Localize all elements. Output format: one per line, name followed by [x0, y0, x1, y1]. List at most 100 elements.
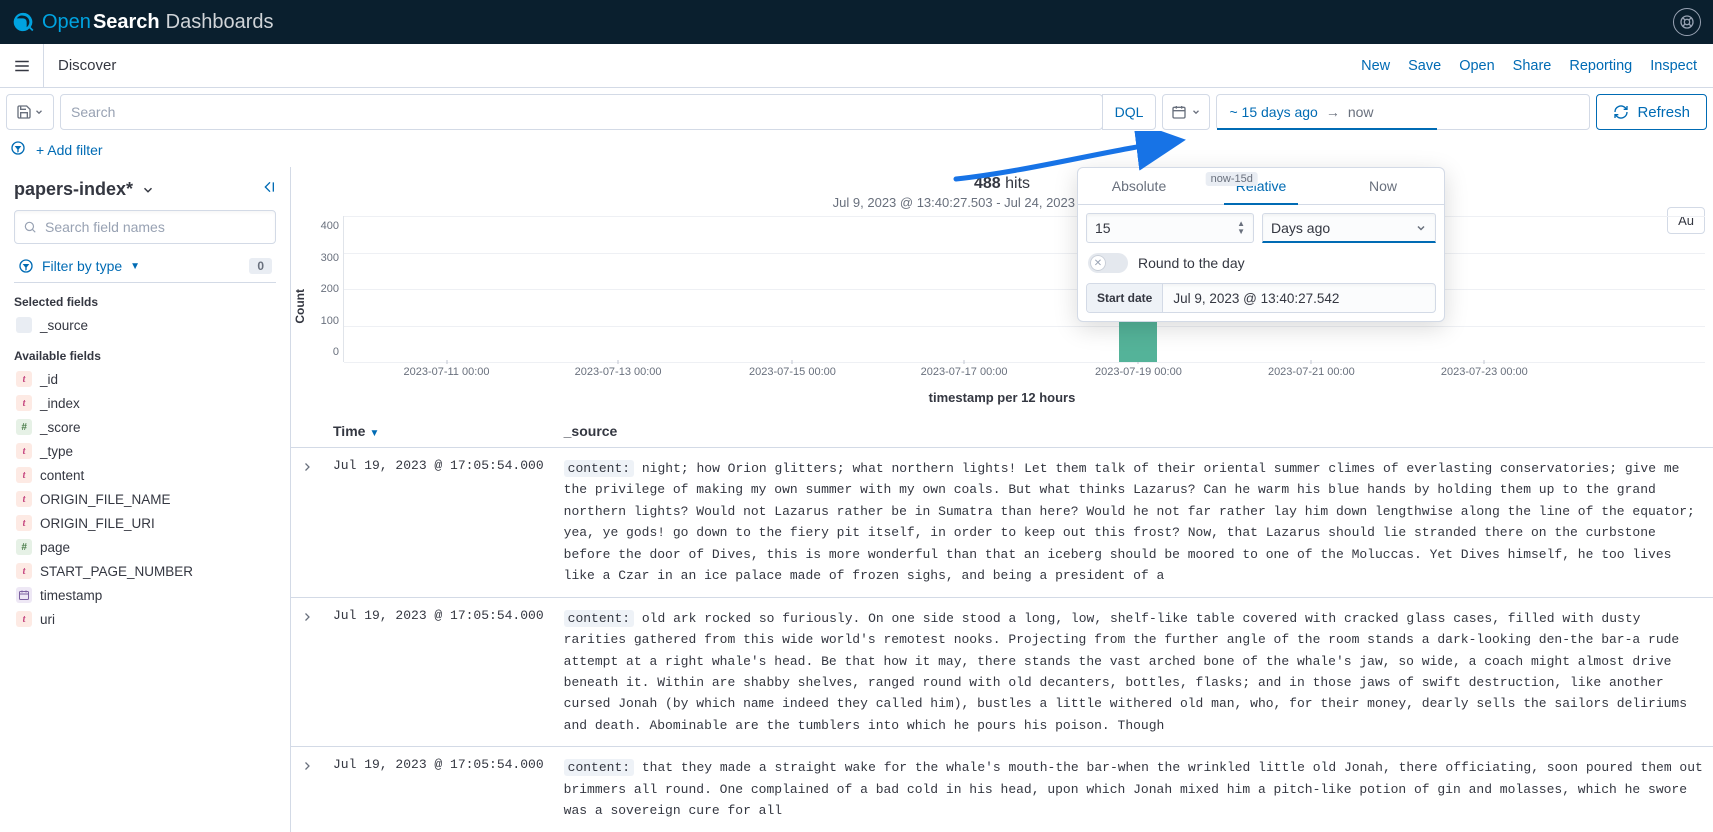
y-tick: 200	[321, 283, 339, 295]
chevron-down-icon	[34, 107, 44, 117]
hamburger-icon	[13, 57, 31, 75]
app-actions: New Save Open Share Reporting Inspect	[1361, 58, 1713, 74]
table-row: Jul 19, 2023 @ 17:05:54.000 content: tha…	[291, 747, 1713, 832]
refresh-label: Refresh	[1637, 104, 1690, 121]
number-stepper[interactable]: ▲▼	[1237, 220, 1245, 236]
documents-table: Time▼ _source Jul 19, 2023 @ 17:05:54.00…	[291, 415, 1713, 832]
brand-search: Search	[93, 11, 160, 34]
filter-menu-button[interactable]	[10, 140, 26, 159]
saved-queries-button[interactable]	[6, 94, 54, 130]
dql-toggle[interactable]: DQL	[1102, 94, 1157, 130]
field-search-input[interactable]: Search field names	[14, 210, 276, 244]
search-icon	[23, 220, 37, 234]
action-reporting[interactable]: Reporting	[1569, 58, 1632, 74]
field-item[interactable]: t START_PAGE_NUMBER	[14, 559, 276, 583]
doc-time: Jul 19, 2023 @ 17:05:54.000	[323, 597, 554, 747]
y-tick: 300	[321, 252, 339, 264]
histogram-chart[interactable]: Count 4003002001000 2023-07-11 00:00 202…	[291, 216, 1713, 386]
visible-range: Jul 9, 2023 @ 13:40:27.503 - Jul 24, 202…	[291, 195, 1713, 216]
help-button[interactable]	[1673, 8, 1701, 36]
field-item[interactable]: # page	[14, 535, 276, 559]
round-to-day-switch[interactable]: ✕	[1088, 253, 1128, 273]
field-item[interactable]: t uri	[14, 607, 276, 631]
start-date-display[interactable]: Start date Jul 9, 2023 @ 13:40:27.542	[1086, 283, 1436, 313]
refresh-button[interactable]: Refresh	[1596, 94, 1707, 130]
field-name: timestamp	[40, 588, 102, 603]
field-item[interactable]: t content	[14, 463, 276, 487]
field-item[interactable]: t _type	[14, 439, 276, 463]
chevron-right-icon	[301, 461, 313, 473]
field-name: ORIGIN_FILE_NAME	[40, 492, 171, 507]
relative-expression-badge: now-15d	[1206, 172, 1258, 186]
page-title: Discover	[44, 57, 130, 74]
filter-type-count: 0	[249, 258, 272, 274]
relative-amount-value: 15	[1095, 220, 1111, 236]
field-item[interactable]: _source	[14, 313, 276, 337]
field-type-icon: t	[16, 371, 32, 387]
collapse-sidebar-button[interactable]	[260, 179, 276, 200]
relative-unit-select[interactable]: Days ago	[1262, 213, 1436, 243]
chevron-down-icon[interactable]	[141, 183, 155, 197]
close-icon: ✕	[1094, 258, 1102, 269]
relative-unit-value: Days ago	[1271, 220, 1330, 236]
field-type-icon: #	[16, 419, 32, 435]
action-save[interactable]: Save	[1408, 58, 1441, 74]
start-date-label: Start date	[1087, 284, 1163, 312]
date-range-button[interactable]: ~ 15 days ago → now	[1216, 94, 1590, 130]
filter-row: + Add filter	[0, 136, 1713, 167]
field-name: uri	[40, 612, 55, 627]
doc-source: content: night; how Orion glitters; what…	[554, 448, 1713, 598]
field-type-icon: #	[16, 539, 32, 555]
field-type-icon	[16, 587, 32, 603]
quick-range-button[interactable]	[1162, 94, 1210, 130]
chart-x-label: timestamp per 12 hours	[291, 386, 1713, 415]
field-type-icon: t	[16, 491, 32, 507]
field-item[interactable]: # _score	[14, 415, 276, 439]
field-name: _score	[40, 420, 81, 435]
table-row: Jul 19, 2023 @ 17:05:54.000 content: old…	[291, 597, 1713, 747]
col-time[interactable]: Time▼	[323, 415, 554, 448]
selected-fields-label: Selected fields	[14, 295, 276, 309]
tab-now[interactable]: Now	[1322, 168, 1444, 204]
action-share[interactable]: Share	[1513, 58, 1552, 74]
relative-amount-input[interactable]: 15 ▲▼	[1086, 213, 1254, 243]
expand-row-button[interactable]	[291, 747, 323, 832]
y-tick: 0	[333, 346, 339, 358]
x-tick: 2023-07-23 00:00	[1441, 366, 1528, 378]
field-name: page	[40, 540, 70, 555]
hits-summary: 488 hits	[291, 167, 1713, 195]
field-item[interactable]: t ORIGIN_FILE_NAME	[14, 487, 276, 511]
doc-time: Jul 19, 2023 @ 17:05:54.000	[323, 747, 554, 832]
index-pattern-select[interactable]: papers-index*	[14, 179, 133, 200]
table-row: Jul 19, 2023 @ 17:05:54.000 content: nig…	[291, 448, 1713, 598]
field-item[interactable]: timestamp	[14, 583, 276, 607]
field-type-icon: t	[16, 611, 32, 627]
expand-row-button[interactable]	[291, 597, 323, 747]
field-item[interactable]: t ORIGIN_FILE_URI	[14, 511, 276, 535]
field-type-icon: t	[16, 515, 32, 531]
nav-toggle-button[interactable]	[0, 44, 44, 88]
field-search-placeholder: Search field names	[45, 219, 165, 235]
col-source[interactable]: _source	[554, 415, 1713, 448]
field-item[interactable]: t _id	[14, 367, 276, 391]
action-inspect[interactable]: Inspect	[1650, 58, 1697, 74]
expand-row-button[interactable]	[291, 448, 323, 598]
sort-desc-icon: ▼	[369, 428, 379, 439]
arrow-right-icon: →	[1326, 104, 1340, 120]
search-input[interactable]: Search	[60, 94, 1103, 130]
x-tick: 2023-07-19 00:00	[1095, 366, 1182, 378]
y-tick: 400	[321, 220, 339, 232]
field-item[interactable]: t _index	[14, 391, 276, 415]
fields-sidebar: papers-index* Search field names Filter …	[0, 167, 290, 832]
tab-relative[interactable]: now-15d Relative	[1200, 168, 1322, 204]
brand[interactable]: Open Search Dashboards	[12, 11, 274, 34]
action-new[interactable]: New	[1361, 58, 1390, 74]
filter-by-type-row[interactable]: Filter by type ▼ 0	[14, 250, 276, 283]
chevron-down-icon	[1415, 222, 1427, 234]
filter-icon	[18, 258, 34, 274]
field-type-icon	[16, 317, 32, 333]
add-filter-button[interactable]: + Add filter	[36, 142, 103, 158]
tab-absolute[interactable]: Absolute	[1078, 168, 1200, 204]
action-open[interactable]: Open	[1459, 58, 1494, 74]
field-name: ORIGIN_FILE_URI	[40, 516, 155, 531]
